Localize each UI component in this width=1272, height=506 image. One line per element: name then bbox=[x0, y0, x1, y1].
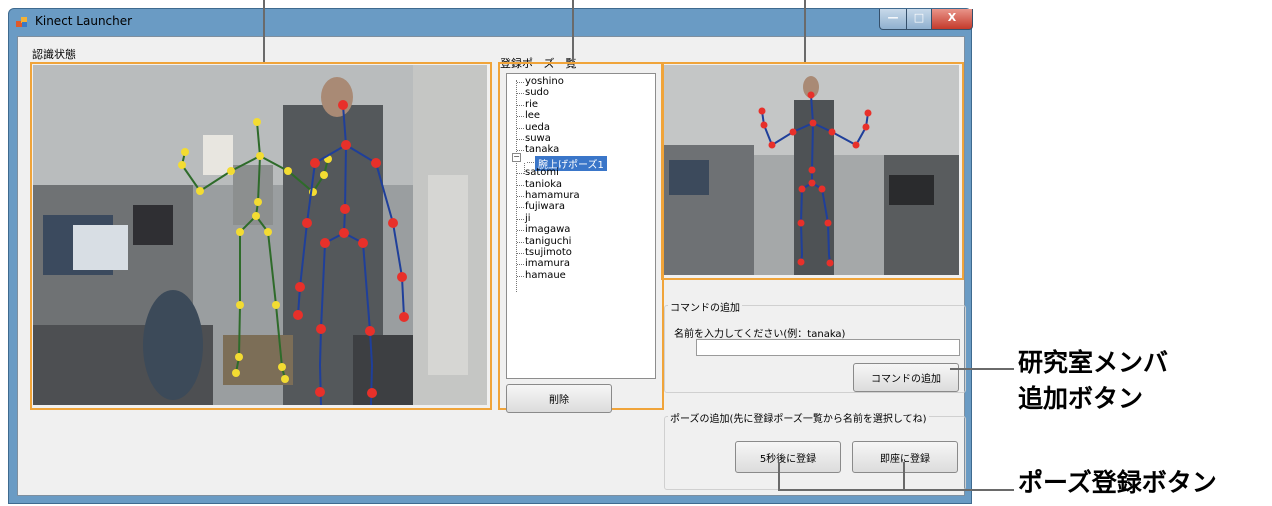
close-button[interactable]: X bbox=[931, 9, 973, 30]
recognition-video bbox=[33, 65, 487, 405]
maximize-icon: □ bbox=[913, 11, 925, 24]
tree-item[interactable]: satomi bbox=[517, 167, 559, 178]
window-title: Kinect Launcher bbox=[35, 14, 133, 28]
tree-item[interactable]: taniguchi bbox=[516, 236, 571, 247]
callout-line-member-add bbox=[950, 368, 1014, 370]
minimize-button[interactable]: — bbox=[879, 9, 907, 30]
maximize-button[interactable]: □ bbox=[906, 9, 932, 30]
app-icon bbox=[16, 17, 27, 27]
tree-item[interactable]: imamura bbox=[517, 258, 570, 269]
register-after-5s-button[interactable]: 5秒後に登録 bbox=[735, 441, 841, 473]
tree-item[interactable]: yoshino bbox=[517, 76, 564, 87]
name-prompt-label: 名前を入力してください(例：tanaka) bbox=[674, 329, 846, 340]
pose-group-title: ポーズの追加(先に登録ポーズ一覧から名前を選択してね) bbox=[668, 410, 929, 425]
tree-item[interactable]: hamaue bbox=[517, 270, 566, 281]
callout-line-delay bbox=[778, 462, 780, 490]
callout-line-pose-list bbox=[572, 0, 574, 62]
tree-item[interactable]: rie bbox=[516, 99, 538, 110]
tree-item[interactable]: tanaka bbox=[516, 144, 559, 155]
tree-item[interactable]: hamamura bbox=[517, 190, 580, 201]
command-group-title: コマンドの追加 bbox=[668, 299, 742, 314]
name-input[interactable] bbox=[696, 339, 960, 356]
callout-line-recognition bbox=[263, 0, 265, 62]
tree-item[interactable]: suwa bbox=[517, 133, 551, 144]
tree-item[interactable]: fujiwara bbox=[517, 201, 565, 212]
recognition-label: 認識状態 bbox=[32, 48, 76, 61]
client-area: 認識状態 登録ポーズ一覧 yoshino sudo rie lee ueda s… bbox=[17, 36, 966, 496]
pose-tree[interactable]: yoshino sudo rie lee ueda suwa tanaka 腕上げポーズ1 sa… bbox=[506, 73, 656, 379]
tree-item[interactable]: lee bbox=[516, 110, 540, 121]
add-command-button[interactable]: コマンドの追加 bbox=[853, 363, 959, 392]
member-add-annotation-2: 追加ボタン bbox=[1018, 384, 1144, 413]
tree-item[interactable]: ji bbox=[517, 213, 531, 224]
callout-line-preview bbox=[804, 0, 806, 62]
tree-item[interactable]: imagawa bbox=[516, 224, 570, 235]
tree-item[interactable]: tsujimoto bbox=[517, 247, 572, 258]
app-window: Kinect Launcher — □ X 認識状態 登録ポーズ一覧 yoshi… bbox=[8, 8, 973, 504]
callout-line-pose-register bbox=[778, 489, 1014, 491]
preview-scene bbox=[664, 65, 959, 275]
tree-connector bbox=[516, 80, 517, 292]
tree-item[interactable]: ueda bbox=[517, 122, 550, 133]
register-now-button[interactable]: 即座に登録 bbox=[852, 441, 958, 473]
pose-preview-video bbox=[664, 65, 959, 275]
delete-button[interactable]: 削除 bbox=[506, 384, 612, 413]
minimize-icon: — bbox=[887, 11, 899, 24]
camera-scene bbox=[33, 65, 487, 405]
tree-item[interactable]: sudo bbox=[516, 87, 549, 98]
pose-register-annotation: ポーズ登録ボタン bbox=[1018, 468, 1217, 497]
callout-line-now bbox=[903, 462, 905, 490]
tree-item[interactable]: tanioka bbox=[516, 179, 562, 190]
member-add-annotation-1: 研究室メンバ bbox=[1018, 348, 1169, 377]
title-bar[interactable]: Kinect Launcher — □ X bbox=[9, 9, 973, 35]
expander-collapse-icon[interactable]: − bbox=[512, 153, 521, 162]
close-icon: X bbox=[947, 11, 957, 24]
